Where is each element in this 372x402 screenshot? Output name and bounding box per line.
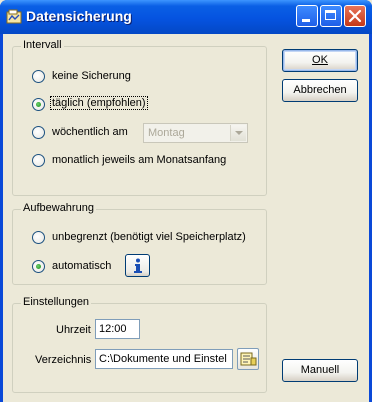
weekday-select-value: Montag — [148, 127, 185, 139]
maximize-button[interactable] — [320, 5, 342, 27]
ok-button-label: OK — [312, 54, 328, 66]
label-keine-sicherung[interactable]: keine Sicherung — [52, 70, 131, 82]
close-button[interactable] — [344, 5, 366, 27]
label-taeglich[interactable]: täglich (empfohlen) — [50, 96, 148, 110]
maximize-icon — [325, 10, 336, 20]
minimize-icon — [302, 19, 310, 22]
abbrechen-button[interactable]: Abbrechen — [282, 79, 358, 102]
radio-unbegrenzt[interactable] — [32, 231, 45, 244]
verzeichnis-label: Verzeichnis — [35, 354, 92, 366]
radio-automatisch[interactable] — [32, 260, 45, 273]
close-icon — [348, 9, 362, 23]
weekday-select[interactable]: Montag — [143, 123, 248, 143]
uhrzeit-label: Uhrzeit — [56, 324, 91, 336]
radio-taeglich[interactable] — [32, 98, 45, 111]
label-woechentlich[interactable]: wöchentlich am — [52, 126, 128, 138]
label-automatisch[interactable]: automatisch — [52, 260, 111, 272]
label-monatlich[interactable]: monatlich jeweils am Monatsanfang — [52, 154, 226, 166]
group-intervall: Intervall keine Sicherung täglich (empfo… — [12, 39, 267, 196]
group-title-aufbewahrung: Aufbewahrung — [21, 202, 96, 214]
folder-browse-icon — [240, 352, 257, 366]
info-button[interactable] — [125, 254, 150, 277]
title-bar[interactable]: Datensicherung — [0, 0, 372, 34]
radio-monatlich[interactable] — [32, 154, 45, 167]
abbrechen-button-label: Abbrechen — [293, 84, 347, 96]
label-unbegrenzt[interactable]: unbegrenzt (benötigt viel Speicherplatz) — [52, 231, 246, 243]
ok-button[interactable]: OK — [282, 49, 358, 72]
dialog-window: Datensicherung Intervall keine Sicherung… — [0, 0, 372, 402]
group-einstellungen: Einstellungen Uhrzeit 12:00 Verzeichnis … — [12, 296, 267, 393]
manuell-button-label: Manuell — [300, 364, 340, 376]
radio-keine-sicherung[interactable] — [32, 70, 45, 83]
minimize-button[interactable] — [296, 5, 318, 27]
app-icon — [6, 9, 22, 24]
chevron-down-icon[interactable] — [230, 125, 246, 141]
group-title-einstellungen: Einstellungen — [21, 296, 92, 308]
uhrzeit-input[interactable]: 12:00 — [95, 319, 140, 339]
group-title-intervall: Intervall — [21, 39, 64, 51]
window-title: Datensicherung — [26, 8, 132, 24]
verzeichnis-input[interactable]: C:\Dokumente und Einstel — [95, 349, 233, 369]
browse-button[interactable] — [237, 348, 259, 370]
manuell-button[interactable]: Manuell — [282, 359, 358, 382]
radio-woechentlich[interactable] — [32, 126, 45, 139]
dialog-client: Intervall keine Sicherung täglich (empfo… — [3, 34, 369, 402]
info-icon — [134, 258, 142, 273]
group-aufbewahrung: Aufbewahrung unbegrenzt (benötigt viel S… — [12, 202, 267, 285]
